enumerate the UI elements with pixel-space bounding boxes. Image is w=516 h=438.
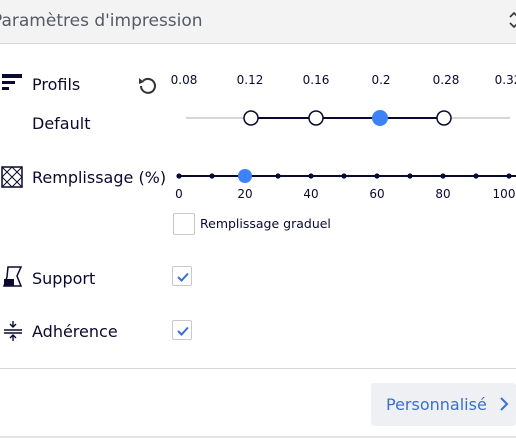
custom-settings-label: Personnalisé — [386, 395, 487, 414]
infill-slider-handle[interactable] — [238, 169, 252, 183]
layer-height-label: 0.28 — [432, 73, 460, 87]
chevron-right-icon — [500, 397, 509, 411]
support-checkbox[interactable] — [172, 266, 192, 286]
reset-icon[interactable] — [137, 75, 159, 95]
layer-height-selected[interactable] — [372, 110, 388, 126]
support-label: Support — [32, 269, 96, 288]
infill-tick-label: 40 — [303, 187, 319, 201]
adhesion-label: Adhérence — [32, 322, 118, 341]
custom-settings-button[interactable]: Personnalisé — [371, 383, 516, 426]
infill-slider[interactable] — [170, 166, 516, 186]
layer-height-label: 0.16 — [302, 73, 330, 87]
panel-title: Paramètres d'impression — [0, 11, 203, 31]
infill-tick-label: 80 — [435, 187, 451, 201]
layer-height-label: 0.12 — [236, 73, 264, 87]
profiles-label: Profils — [32, 75, 81, 94]
infill-label: Remplissage (%) — [32, 168, 167, 187]
layer-height-label: 0.2 — [371, 73, 391, 87]
chevron-collapse-icon[interactable] — [508, 10, 516, 30]
infill-tick-label: 60 — [369, 187, 385, 201]
profile-icon — [2, 74, 22, 92]
layer-height-option[interactable] — [308, 110, 324, 126]
print-settings-header: Paramètres d'impression — [0, 0, 516, 44]
adhesion-checkbox[interactable] — [172, 320, 192, 340]
layer-height-label: 0.32 — [494, 73, 516, 87]
gradual-infill-checkbox[interactable] — [173, 213, 195, 235]
layer-height-option[interactable] — [243, 110, 259, 126]
layer-height-label: 0.08 — [170, 73, 198, 87]
gradual-infill-label: Remplissage graduel — [200, 216, 331, 231]
current-profile-name: Default — [32, 114, 91, 133]
infill-tick-label: 100 — [492, 187, 516, 201]
infill-icon — [1, 166, 23, 188]
infill-tick-label: 20 — [237, 187, 253, 201]
infill-tick-label: 0 — [175, 187, 183, 201]
footer-divider — [0, 368, 516, 369]
layer-height-option[interactable] — [436, 110, 452, 126]
layer-height-slider[interactable] — [180, 106, 516, 130]
adhesion-icon — [4, 320, 22, 342]
support-icon — [3, 266, 23, 288]
